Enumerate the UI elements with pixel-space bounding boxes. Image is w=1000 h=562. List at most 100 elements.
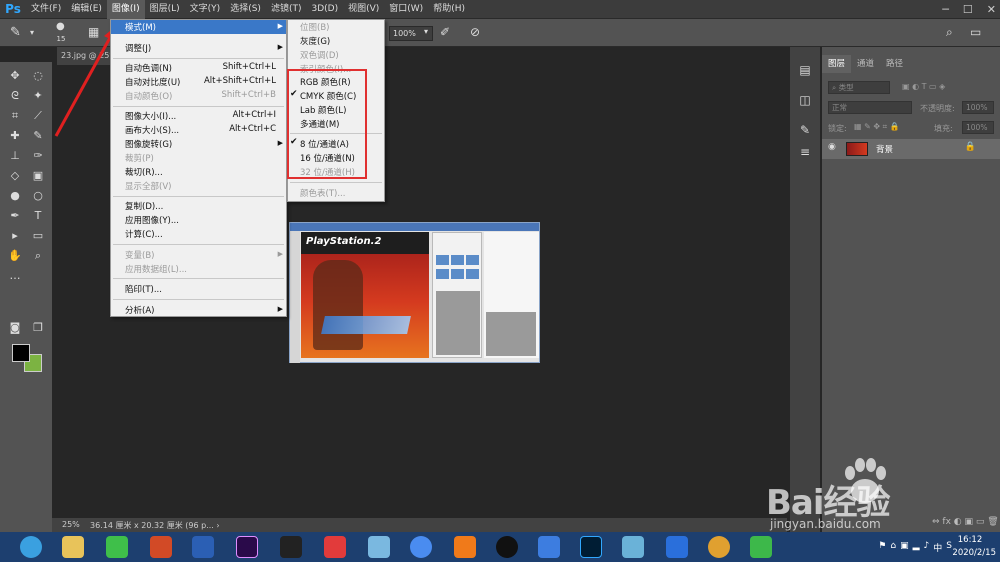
menu-item-analysis[interactable]: 分析(A) ▶ <box>111 303 286 317</box>
volume-icon[interactable]: ♪ <box>924 541 930 554</box>
clock-time[interactable]: 16:12 <box>950 535 990 545</box>
history-icon[interactable]: ▤ <box>797 63 813 79</box>
ime-icon[interactable]: 中 <box>933 541 942 554</box>
foreground-color-swatch[interactable] <box>12 344 30 362</box>
app-icon[interactable] <box>708 536 730 558</box>
airbrush-icon[interactable]: ✐ <box>440 25 450 39</box>
move-tool-icon[interactable]: ✥ <box>6 68 24 84</box>
layer-filter-select[interactable]: ⌕ 类型 <box>828 81 890 94</box>
menu-3d[interactable]: 3D(D) <box>306 0 343 19</box>
brush-tool-icon[interactable]: ✎ <box>10 25 24 40</box>
fill-input[interactable]: 100% <box>962 121 994 134</box>
workspace-icon[interactable]: ▭ <box>970 25 981 39</box>
menu-item-image-size[interactable]: 图像大小(I)... Alt+Ctrl+I <box>111 109 286 123</box>
path-select-icon[interactable]: ▸ <box>6 228 24 244</box>
document-info[interactable]: 36.14 厘米 x 20.32 厘米 (96 p... › <box>90 520 220 531</box>
minimize-icon[interactable]: ─ <box>942 3 949 16</box>
menu-window[interactable]: 窗口(W) <box>384 0 428 19</box>
app-icon[interactable] <box>454 536 476 558</box>
mode-item-grayscale[interactable]: 灰度(G) <box>288 34 384 48</box>
quick-select-icon[interactable]: ✦ <box>29 88 47 104</box>
start-icon[interactable] <box>20 536 42 558</box>
menu-edit[interactable]: 编辑(E) <box>66 0 107 19</box>
crop-tool-icon[interactable]: ⌗ <box>6 108 24 124</box>
menu-item-auto-tone[interactable]: 自动色调(N) Shift+Ctrl+L <box>111 61 286 75</box>
eraser-tool-icon[interactable]: ◇ <box>6 168 24 184</box>
blur-tool-icon[interactable]: ● <box>6 188 24 204</box>
menu-image[interactable]: 图像(I) <box>106 0 145 19</box>
menu-item-auto-contrast[interactable]: 自动对比度(U) Alt+Shift+Ctrl+L <box>111 75 286 89</box>
menu-item-image-rotation[interactable]: 图像旋转(G) ▶ <box>111 137 286 151</box>
menu-layer[interactable]: 图层(L) <box>145 0 185 19</box>
brush-settings-icon[interactable]: ✎ <box>797 123 813 139</box>
app-icon[interactable] <box>324 536 346 558</box>
maximize-icon[interactable]: ☐ <box>963 3 973 16</box>
qq-icon[interactable] <box>496 536 518 558</box>
file-explorer-icon[interactable] <box>62 536 84 558</box>
chevron-down-icon[interactable]: ▾ <box>424 27 428 36</box>
pressure-icon[interactable]: ⊘ <box>470 25 480 39</box>
pen-tool-icon[interactable]: ✒ <box>6 208 24 224</box>
menu-type[interactable]: 文字(Y) <box>185 0 226 19</box>
tray-icon[interactable]: ⌂ <box>890 541 896 554</box>
menu-filter[interactable]: 滤镜(T) <box>266 0 307 19</box>
tray-icon[interactable]: ▣ <box>900 541 909 554</box>
dodge-tool-icon[interactable]: ○ <box>29 188 47 204</box>
app-icon[interactable] <box>538 536 560 558</box>
layer-row-background[interactable]: ◉ 背景 🔒 <box>822 139 1000 159</box>
opacity-input[interactable]: 100% <box>962 101 994 114</box>
zoom-tool-icon[interactable]: ⌕ <box>29 248 47 264</box>
app-icon[interactable] <box>750 536 772 558</box>
brush-tool-icon[interactable]: ✎ <box>29 128 47 144</box>
photoshop-taskbar-icon[interactable] <box>580 536 602 558</box>
close-icon[interactable]: ✕ <box>987 3 996 16</box>
blend-mode-select[interactable]: 正常 <box>828 101 912 114</box>
search-icon[interactable]: ⌕ <box>946 25 953 40</box>
hand-tool-icon[interactable]: ✋ <box>6 248 24 264</box>
network-icon[interactable]: ▂ <box>913 541 920 554</box>
marquee-tool-icon[interactable]: ◌ <box>29 68 47 84</box>
chrome-icon[interactable] <box>410 536 432 558</box>
screen-mode-icon[interactable]: ❐ <box>29 320 47 336</box>
menu-item-adjustments[interactable]: 调整(J) ▶ <box>111 41 286 55</box>
filter-icons[interactable]: ▣ ◐ T ▭ ◈ <box>902 82 945 91</box>
menu-item-trap[interactable]: 陷印(T)... <box>111 282 286 296</box>
wps-icon[interactable] <box>666 536 688 558</box>
word-icon[interactable] <box>192 536 214 558</box>
menu-item-duplicate[interactable]: 复制(D)... <box>111 199 286 213</box>
wechat-icon[interactable] <box>106 536 128 558</box>
adjustments-icon[interactable]: ≡ <box>797 145 813 161</box>
tray-icon[interactable]: ⚑ <box>878 541 886 554</box>
premiere-icon[interactable] <box>236 536 258 558</box>
video-editor-icon[interactable] <box>280 536 302 558</box>
menu-item-canvas-size[interactable]: 画布大小(S)... Alt+Ctrl+C <box>111 123 286 137</box>
zoom-level[interactable]: 25% <box>62 520 80 529</box>
app-icon[interactable] <box>368 536 390 558</box>
type-tool-icon[interactable]: T <box>29 208 47 224</box>
menu-item-calculations[interactable]: 计算(C)... <box>111 227 286 241</box>
menu-item-apply-image[interactable]: 应用图像(Y)... <box>111 213 286 227</box>
menu-item-trim[interactable]: 裁切(R)... <box>111 165 286 179</box>
menu-item-mode[interactable]: 模式(M) ▶ <box>111 20 286 34</box>
menu-file[interactable]: 文件(F) <box>26 0 66 19</box>
menu-view[interactable]: 视图(V) <box>343 0 384 19</box>
eyedropper-icon[interactable]: ⟋ <box>29 108 47 124</box>
tab-layers[interactable]: 图层 <box>822 55 852 73</box>
tab-paths[interactable]: 路径 <box>880 55 909 73</box>
lasso-tool-icon[interactable]: ᘓ <box>6 88 24 104</box>
clock-date[interactable]: 2020/2/15 <box>952 548 996 558</box>
shape-tool-icon[interactable]: ▭ <box>29 228 47 244</box>
chevron-down-icon[interactable]: ▾ <box>30 28 34 37</box>
powerpoint-icon[interactable] <box>150 536 172 558</box>
menu-select[interactable]: 选择(S) <box>225 0 266 19</box>
quick-mask-icon[interactable]: ◙ <box>6 320 24 336</box>
menu-help[interactable]: 帮助(H) <box>428 0 470 19</box>
properties-icon[interactable]: ◫ <box>797 93 813 109</box>
history-brush-icon[interactable]: ✑ <box>29 148 47 164</box>
stamp-tool-icon[interactable]: ⊥ <box>6 148 24 164</box>
eye-icon[interactable]: ◉ <box>828 142 836 152</box>
lock-icons[interactable]: ▦ ✎ ✥ ⌗ 🔒 <box>854 122 900 132</box>
app-icon[interactable] <box>622 536 644 558</box>
tab-channels[interactable]: 通道 <box>851 55 880 73</box>
more-tools-icon[interactable]: … <box>6 268 24 284</box>
